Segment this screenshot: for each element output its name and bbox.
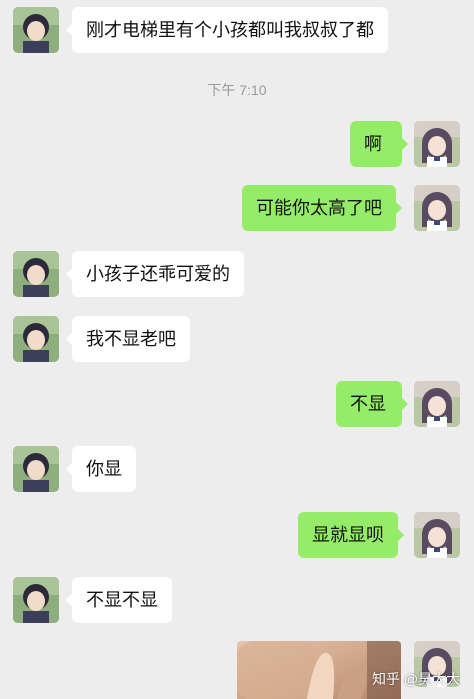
outgoing-message[interactable]: 啊 xyxy=(350,121,408,167)
outgoing-message[interactable]: 显就显呗 xyxy=(298,512,404,558)
incoming-message[interactable]: 刚才电梯里有个小孩都叫我叔叔了都 xyxy=(66,7,388,53)
incoming-message[interactable]: 不显不显 xyxy=(66,577,172,623)
contact-avatar-icon[interactable] xyxy=(13,446,59,492)
incoming-message[interactable]: 小孩子还乖可爱的 xyxy=(66,251,244,297)
contact-avatar-icon[interactable] xyxy=(13,251,59,297)
my-avatar-icon[interactable] xyxy=(414,381,460,427)
my-avatar-icon[interactable] xyxy=(414,121,460,167)
incoming-message[interactable]: 你显 xyxy=(66,446,136,492)
outgoing-message[interactable]: 可能你太高了吧 xyxy=(242,185,402,231)
incoming-message[interactable]: 我不显老吧 xyxy=(66,316,190,362)
timestamp: 下午 7:10 xyxy=(207,82,267,98)
outgoing-message[interactable]: 不显 xyxy=(336,381,408,427)
my-avatar-icon[interactable] xyxy=(414,512,460,558)
my-avatar-icon[interactable] xyxy=(414,185,460,231)
watermark: 知乎 @昊大大 xyxy=(372,671,461,687)
contact-avatar-icon[interactable] xyxy=(13,577,59,623)
contact-avatar-icon[interactable] xyxy=(13,7,59,53)
contact-avatar-icon[interactable] xyxy=(13,316,59,362)
